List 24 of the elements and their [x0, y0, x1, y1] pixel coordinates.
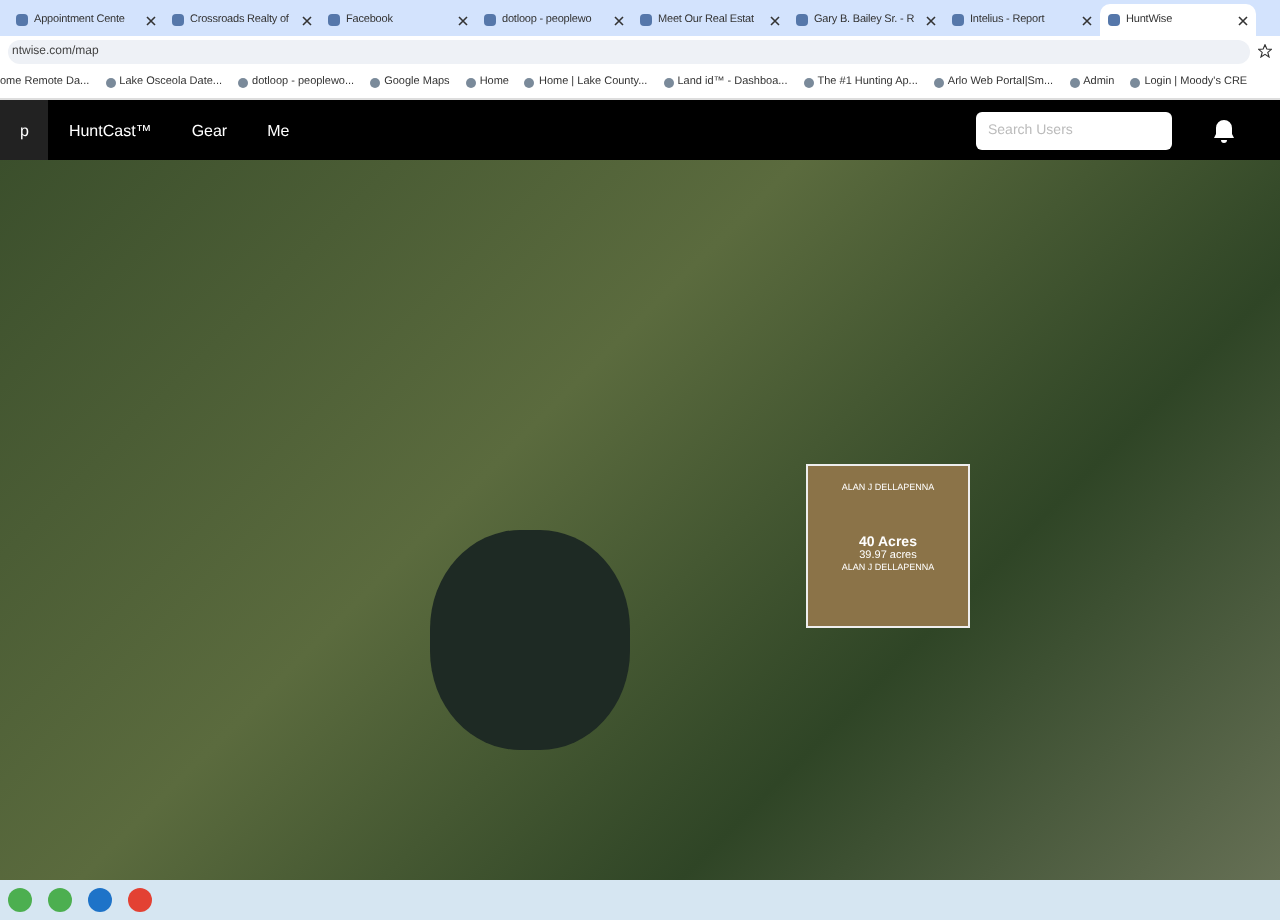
bell-icon[interactable]: [1212, 117, 1236, 143]
favicon-icon: [796, 14, 808, 26]
favicon-icon: [1108, 14, 1120, 26]
favicon-icon: [952, 14, 964, 26]
app-icon[interactable]: [88, 888, 112, 912]
nav-link[interactable]: Me: [247, 100, 310, 160]
close-icon[interactable]: [458, 15, 468, 25]
close-icon[interactable]: [302, 15, 312, 25]
close-icon[interactable]: [770, 15, 780, 25]
browser-icon[interactable]: [128, 888, 152, 912]
favicon-icon: [328, 14, 340, 26]
close-icon[interactable]: [926, 15, 936, 25]
close-icon[interactable]: [146, 15, 156, 25]
nav-link[interactable]: p: [0, 100, 49, 160]
nav-link[interactable]: Gear: [171, 100, 248, 160]
close-icon[interactable]: [1238, 15, 1248, 25]
close-icon[interactable]: [614, 15, 624, 25]
favicon-icon: [484, 14, 496, 26]
nav-link[interactable]: HuntCast™: [48, 100, 172, 160]
star-icon[interactable]: [1258, 44, 1272, 58]
favicon-icon: [640, 14, 652, 26]
favicon-icon: [172, 14, 184, 26]
favicon-icon: [16, 14, 28, 26]
close-icon[interactable]: [1082, 15, 1092, 25]
